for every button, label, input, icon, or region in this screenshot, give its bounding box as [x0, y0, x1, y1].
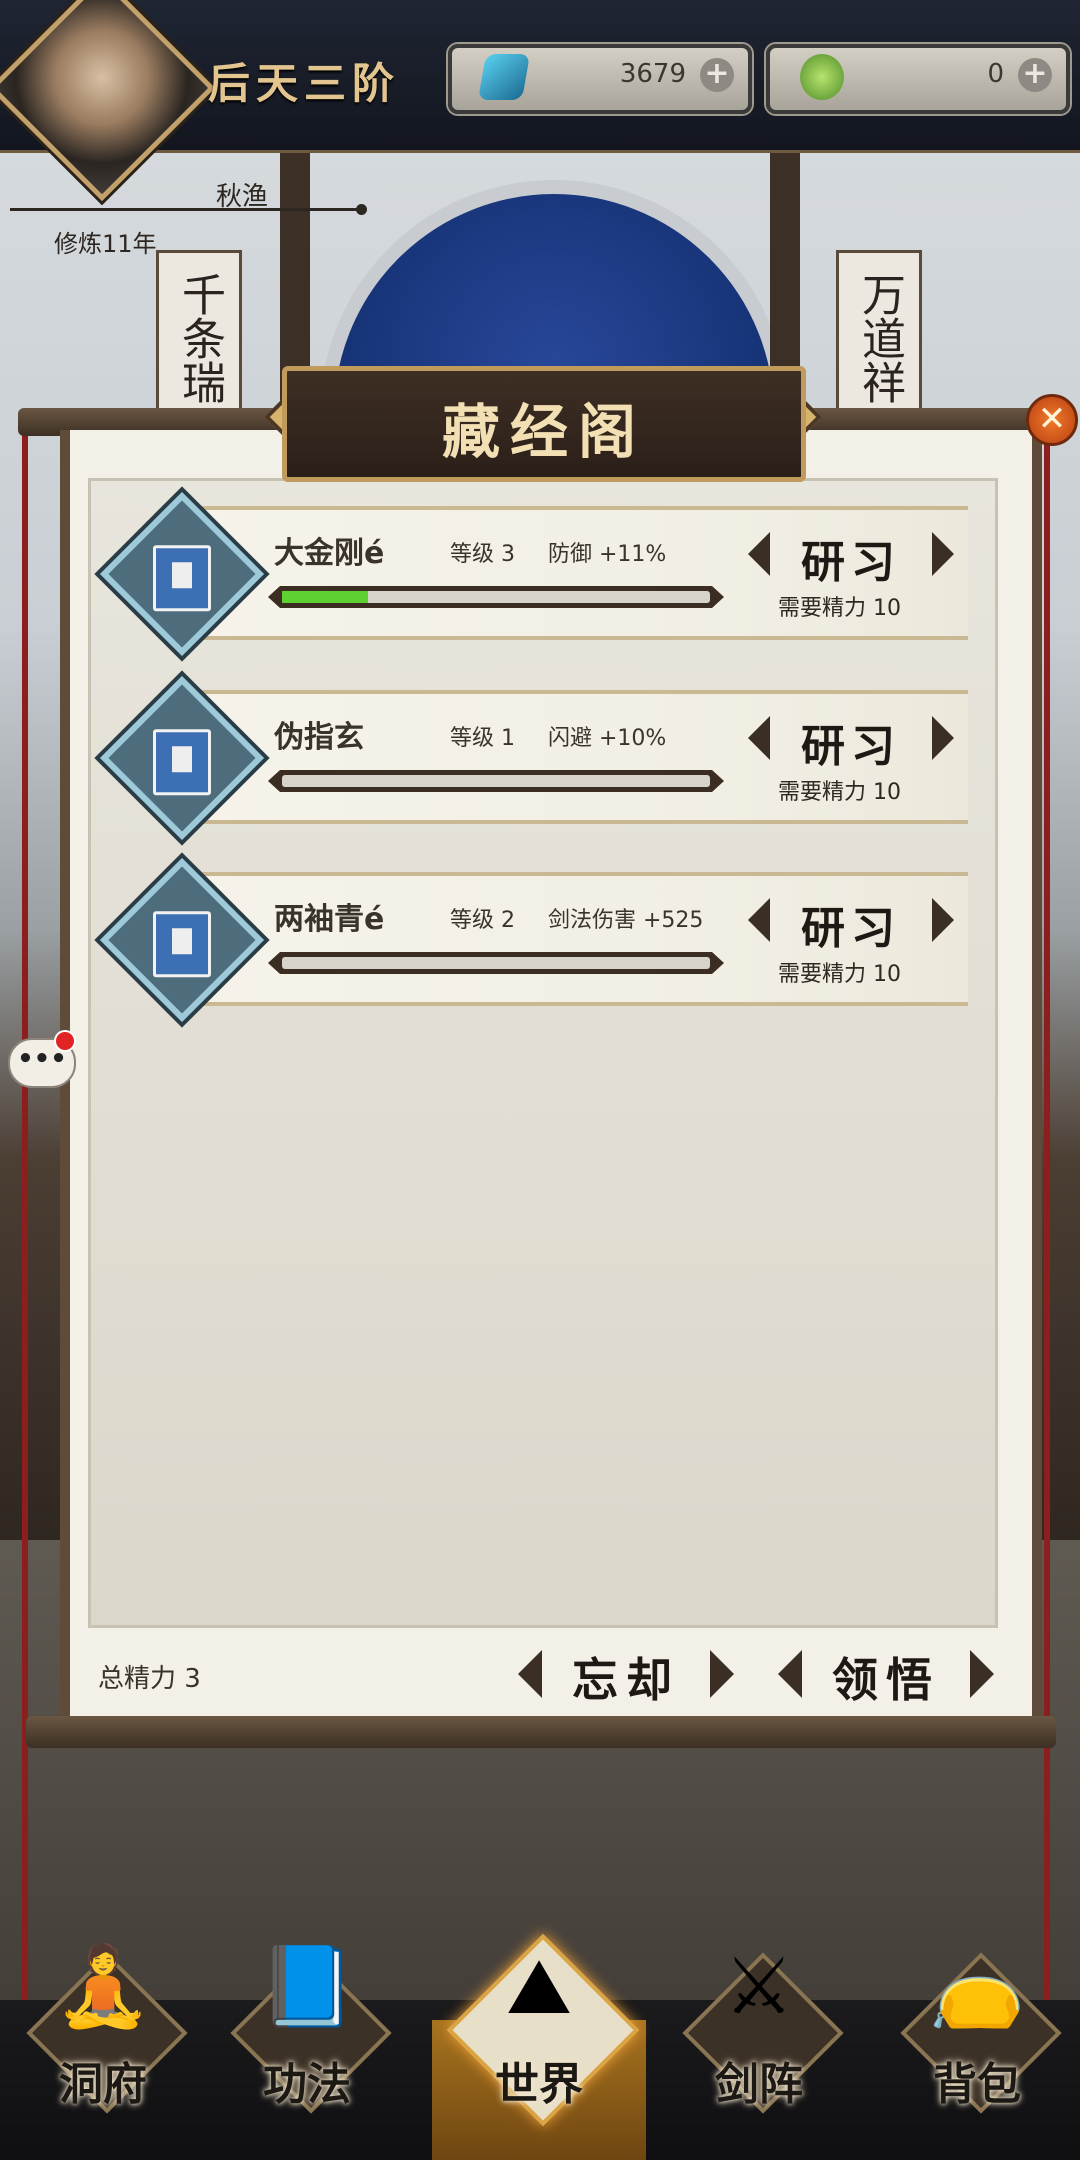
add-crystal-button[interactable]: + [700, 58, 734, 92]
jade-amount: 0 [987, 59, 1004, 89]
skill-level: 等级 1 [450, 726, 515, 751]
skill-progress-bar [268, 770, 724, 792]
sword-formation-icon: ⚔ [724, 1942, 794, 2032]
left-arrow-icon [748, 532, 770, 576]
study-button[interactable]: 研习 [748, 892, 954, 954]
panel-title: 藏经阁 [441, 398, 646, 466]
left-arrow-icon [778, 1650, 802, 1698]
top-bar: 后天三阶 3679 + 0 + [0, 0, 1080, 202]
nav-label: 背包 [933, 2059, 1021, 2110]
nav-techniques[interactable]: 📘 功法 [222, 1920, 392, 2150]
comprehend-button[interactable]: 领悟 [778, 1642, 994, 1707]
energy-cost: 需要精力 10 [778, 962, 901, 987]
skill-name: 大金刚é [274, 536, 385, 571]
right-arrow-icon [932, 898, 954, 942]
study-button-label: 研习 [801, 537, 901, 588]
skill-progress-bar [268, 586, 724, 608]
skill-effect: 闪避 +10% [548, 726, 667, 751]
right-arrow-icon [970, 1650, 994, 1698]
banner-left: 千条瑞 [156, 250, 242, 426]
name-underline-dot [356, 204, 367, 215]
panel-bottom-rod [26, 1716, 1056, 1748]
skill-effect: 剑法伤害 +525 [548, 908, 704, 933]
nav-label: 世界 [495, 2059, 583, 2110]
skill-level: 等级 2 [450, 908, 515, 933]
left-arrow-icon [748, 716, 770, 760]
energy-cost: 需要精力 10 [778, 780, 901, 805]
energy-cost: 需要精力 10 [778, 596, 901, 621]
nav-backpack[interactable]: 👝 背包 [892, 1920, 1062, 2150]
panel-title-plaque: 藏经阁 [282, 366, 806, 482]
crystal-currency: 3679 + [448, 44, 752, 114]
left-rope [22, 420, 28, 2020]
right-arrow-icon [932, 532, 954, 576]
book-cover [153, 911, 211, 978]
right-rope [1044, 420, 1050, 2020]
world-map-icon: ⛰ [506, 1942, 572, 2032]
comprehend-button-label: 领悟 [832, 1653, 940, 1707]
nav-cave[interactable]: 🧘 洞府 [18, 1920, 188, 2150]
skill-progress-fill [282, 591, 368, 603]
skill-row: 大金刚é 等级 3 防御 +11% 研习 需要精力 10 [99, 491, 970, 657]
crystal-amount: 3679 [619, 59, 686, 89]
book-cover [153, 729, 211, 796]
skill-level: 等级 3 [450, 542, 515, 567]
total-energy: 总精力 3 [98, 1664, 201, 1694]
forget-button[interactable]: 忘却 [518, 1642, 734, 1707]
study-button-label: 研习 [801, 903, 901, 954]
nav-sword-formation[interactable]: ⚔ 剑阵 [674, 1920, 844, 2150]
nav-label: 剑阵 [715, 2059, 803, 2110]
left-arrow-icon [518, 1650, 542, 1698]
skill-row: 伪指玄 等级 1 闪避 +10% 研习 需要精力 10 [99, 675, 970, 841]
add-jade-button[interactable]: + [1018, 58, 1052, 92]
right-arrow-icon [932, 716, 954, 760]
nav-label: 洞府 [59, 2059, 147, 2110]
scripture-book-icon: 📘 [258, 1942, 356, 2032]
blue-crystal-icon [477, 54, 531, 100]
treasure-bag-icon: 👝 [928, 1942, 1026, 2032]
left-arrow-icon [748, 898, 770, 942]
rank-title: 后天三阶 [208, 59, 401, 108]
skill-row: 两袖青é 等级 2 剑法伤害 +525 研习 需要精力 10 [99, 857, 970, 1023]
study-button[interactable]: 研习 [748, 526, 954, 588]
skill-effect: 防御 +11% [548, 542, 667, 567]
study-button[interactable]: 研习 [748, 710, 954, 772]
immortal-cave-icon: 🧘 [54, 1942, 152, 2032]
banner-right: 万道祥 [836, 250, 922, 426]
name-underline [10, 208, 360, 211]
book-cover [153, 545, 211, 612]
skill-progress-bar [268, 952, 724, 974]
close-button[interactable]: ✕ [1026, 394, 1078, 446]
scripture-list-area [88, 478, 998, 1628]
notification-dot [54, 1030, 76, 1052]
jade-currency: 0 + [766, 44, 1070, 114]
right-arrow-icon [710, 1650, 734, 1698]
skill-name: 两袖青é [274, 902, 385, 937]
nav-label: 功法 [263, 2059, 351, 2110]
nav-world[interactable]: ⛰ 世界 [446, 1920, 640, 2150]
forget-button-label: 忘却 [572, 1653, 680, 1707]
skill-name: 伪指玄 [274, 720, 364, 755]
study-button-label: 研习 [801, 721, 901, 772]
jade-coin-icon [800, 54, 844, 100]
cultivate-years: 修炼11年 [54, 230, 157, 258]
